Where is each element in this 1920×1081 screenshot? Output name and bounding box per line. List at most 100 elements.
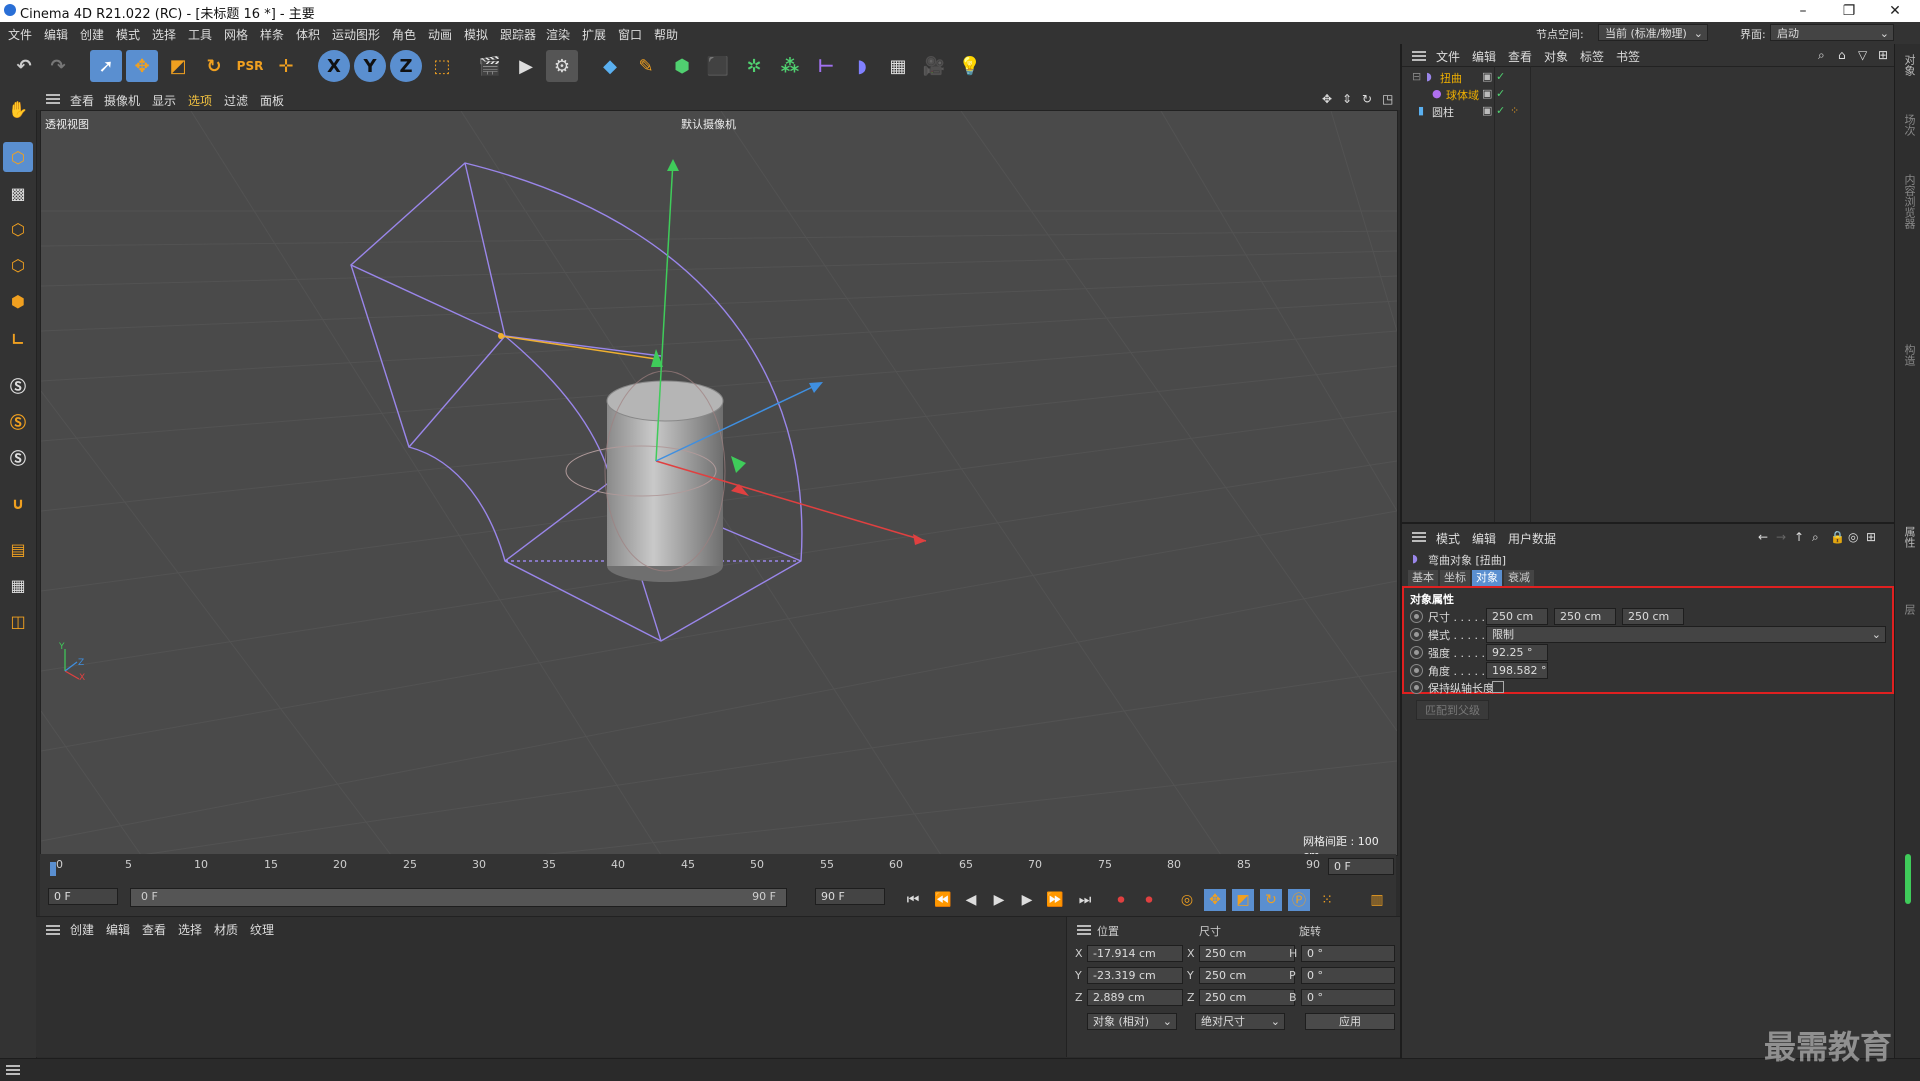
- timeline-window-icon[interactable]: ▥: [1366, 889, 1388, 911]
- obj-menu-bookmarks[interactable]: 书签: [1616, 48, 1640, 65]
- render-picture-viewer-button[interactable]: ▶: [510, 50, 542, 82]
- texture-mode-icon[interactable]: ▩: [3, 178, 33, 208]
- size-y-field[interactable]: 250 cm: [1199, 967, 1295, 984]
- subdivision-icon[interactable]: ⬢: [666, 50, 698, 82]
- autokey-button[interactable]: ⏺: [1138, 889, 1160, 911]
- obj-menu-view[interactable]: 查看: [1508, 48, 1532, 65]
- menu-create[interactable]: 创建: [80, 26, 104, 43]
- end-frame-field[interactable]: 90 F: [815, 888, 885, 905]
- attr-menu-mode[interactable]: 模式: [1436, 530, 1460, 547]
- up-arrow-icon[interactable]: ↑: [1794, 530, 1804, 544]
- back-arrow-icon[interactable]: ←: [1758, 530, 1768, 544]
- strip-tab-attributes[interactable]: 属性: [1901, 526, 1917, 548]
- obj-home-icon[interactable]: ⌂: [1838, 48, 1846, 62]
- mat-menu-material[interactable]: 材质: [214, 921, 238, 938]
- menu-mode[interactable]: 模式: [116, 26, 140, 43]
- obj-filter-icon[interactable]: ▽: [1858, 48, 1867, 62]
- object-menu-icon[interactable]: [1412, 51, 1426, 61]
- add-tool-button[interactable]: ✛: [270, 50, 302, 82]
- next-key-button[interactable]: ⏩: [1044, 889, 1066, 911]
- object-name[interactable]: 扭曲: [1440, 70, 1462, 86]
- vp-menu-camera[interactable]: 摄像机: [104, 92, 140, 109]
- vp-menu-display[interactable]: 显示: [152, 92, 176, 109]
- key-pla-icon[interactable]: ⁙: [1316, 889, 1338, 911]
- cloner-icon[interactable]: ✲: [738, 50, 770, 82]
- status-menu-icon[interactable]: [6, 1065, 20, 1075]
- mode-select[interactable]: 限制 ⌄: [1486, 626, 1886, 643]
- menu-animate[interactable]: 动画: [428, 26, 452, 43]
- undo-button[interactable]: ↶: [8, 50, 40, 82]
- floor-icon[interactable]: ▦: [882, 50, 914, 82]
- restore-button[interactable]: ❐: [1826, 0, 1872, 22]
- menu-tools[interactable]: 工具: [188, 26, 212, 43]
- angle-input[interactable]: 198.582 °: [1486, 662, 1548, 679]
- perspective-viewport[interactable]: Y Z X 透视视图 默认摄像机 网格间距 : 100 cm: [40, 110, 1398, 856]
- size-z-input[interactable]: 250 cm: [1622, 608, 1684, 625]
- menu-character[interactable]: 角色: [392, 26, 416, 43]
- y-axis-button[interactable]: Y: [354, 50, 386, 82]
- render-view-button[interactable]: 🎬: [474, 50, 506, 82]
- menu-help[interactable]: 帮助: [654, 26, 678, 43]
- phong-tag-icon[interactable]: ⁘: [1510, 104, 1519, 117]
- mat-menu-edit[interactable]: 编辑: [106, 921, 130, 938]
- tab-falloff[interactable]: 衰减: [1504, 570, 1534, 586]
- menu-mesh[interactable]: 网格: [224, 26, 248, 43]
- editor-visibility-icon[interactable]: ▣: [1482, 87, 1492, 100]
- mat-menu-view[interactable]: 查看: [142, 921, 166, 938]
- fit-to-parent-button[interactable]: 匹配到父级: [1416, 700, 1489, 720]
- mat-menu-texture[interactable]: 纹理: [250, 921, 274, 938]
- record-button[interactable]: ⏺: [1110, 889, 1132, 911]
- menu-render[interactable]: 渲染: [546, 26, 570, 43]
- z-axis-button[interactable]: Z: [390, 50, 422, 82]
- editor-visibility-icon[interactable]: ▣: [1482, 70, 1492, 83]
- playhead[interactable]: [50, 862, 56, 876]
- vp-maximize-icon[interactable]: ◳: [1382, 92, 1393, 106]
- node-space-select[interactable]: 当前 (标准/物理) ⌄: [1598, 24, 1708, 41]
- prev-frame-button[interactable]: ◀: [960, 889, 982, 911]
- coords-menu-icon[interactable]: [1077, 925, 1091, 935]
- animate-radio-icon[interactable]: [1410, 646, 1423, 659]
- strength-input[interactable]: 92.25 °: [1486, 644, 1548, 661]
- rot-h-field[interactable]: 0 °: [1301, 945, 1395, 962]
- object-row[interactable]: ▮ 圆柱 ▣ ✓ ⁘: [1406, 104, 1892, 120]
- timeline-ruler[interactable]: 0 5 10 15 20 25 30 35 40 45 50 55 60 65 …: [40, 854, 1396, 880]
- object-row[interactable]: ⊟ ◗ 扭曲 ▣ ✓: [1406, 70, 1892, 86]
- obj-new-window-icon[interactable]: ⊞: [1878, 48, 1888, 62]
- mat-menu-select[interactable]: 选择: [178, 921, 202, 938]
- strip-tab-content-browser[interactable]: 内容浏览器: [1901, 174, 1917, 229]
- goto-start-button[interactable]: ⏮: [902, 889, 924, 911]
- vp-menu-panel[interactable]: 面板: [260, 92, 284, 109]
- strip-tab-takes[interactable]: 场次: [1901, 114, 1917, 136]
- keyframe-selection-icon[interactable]: ◎: [1176, 889, 1198, 911]
- minimize-button[interactable]: –: [1780, 0, 1826, 22]
- tab-basic[interactable]: 基本: [1408, 570, 1438, 586]
- pos-z-field[interactable]: 2.889 cm: [1087, 989, 1183, 1006]
- forward-arrow-icon[interactable]: →: [1776, 530, 1786, 544]
- vp-move-icon[interactable]: ✥: [1322, 92, 1332, 106]
- menu-simulate[interactable]: 模拟: [464, 26, 488, 43]
- symmetry-icon[interactable]: ◫: [3, 606, 33, 636]
- pos-y-field[interactable]: -23.319 cm: [1087, 967, 1183, 984]
- play-button[interactable]: ▶: [988, 889, 1010, 911]
- menu-extensions[interactable]: 扩展: [582, 26, 606, 43]
- obj-menu-tags[interactable]: 标签: [1580, 48, 1604, 65]
- psr-tool-button[interactable]: PSR: [234, 50, 266, 82]
- tab-object[interactable]: 对象: [1472, 570, 1502, 586]
- scale-tool-button[interactable]: ◩: [162, 50, 194, 82]
- attr-menu-icon[interactable]: [1412, 532, 1426, 542]
- edges-mode-icon[interactable]: ⬡: [3, 250, 33, 280]
- object-row[interactable]: ● 球体域 ▣ ✓: [1406, 87, 1892, 103]
- polygons-mode-icon[interactable]: ⬢: [3, 286, 33, 316]
- axis-mode-icon[interactable]: ∟: [3, 324, 33, 354]
- expand-icon[interactable]: ⊟: [1412, 70, 1421, 83]
- mograph-icon[interactable]: ⁂: [774, 50, 806, 82]
- magnet-icon[interactable]: ∪: [3, 488, 33, 518]
- vp-menu-options[interactable]: 选项: [188, 92, 212, 109]
- mat-menu-create[interactable]: 创建: [70, 921, 94, 938]
- points-mode-icon[interactable]: ⬡: [3, 214, 33, 244]
- layout-select[interactable]: 启动 ⌄: [1770, 24, 1894, 41]
- target-icon[interactable]: ◎: [1848, 530, 1858, 544]
- vp-zoom-icon[interactable]: ⇕: [1342, 92, 1352, 106]
- cube-icon[interactable]: ◆: [594, 50, 626, 82]
- animate-radio-icon[interactable]: [1410, 664, 1423, 677]
